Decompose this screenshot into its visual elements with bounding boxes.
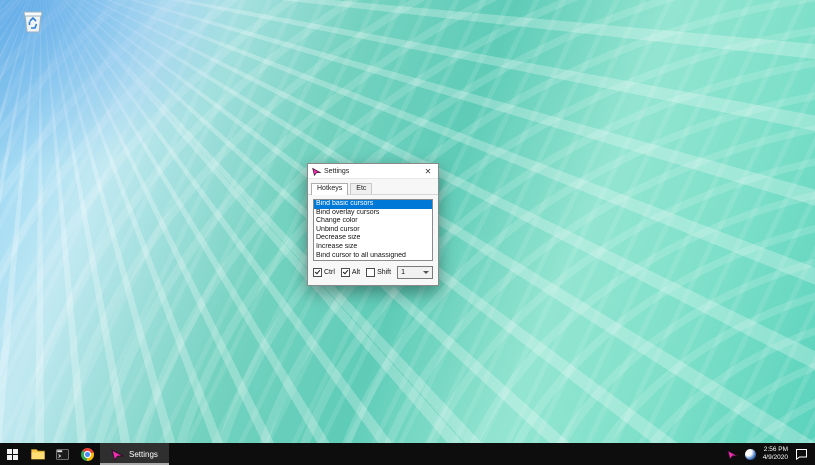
list-item[interactable]: Bind cursor to all unassigned: [314, 252, 432, 261]
taskbar: Settings 2:56 PM 4/9/2020: [0, 443, 815, 465]
clock-time: 2:56 PM: [763, 446, 788, 454]
taskbar-settings-button[interactable]: Settings: [100, 443, 169, 465]
clock-date: 4/9/2020: [763, 454, 788, 462]
checkbox-label: Shift: [377, 269, 391, 276]
app-cursor-icon: [312, 167, 321, 176]
tab-hotkeys[interactable]: Hotkeys: [311, 183, 348, 195]
windows-logo-icon: [7, 449, 18, 460]
hotkey-listbox: Bind basic cursors Bind overlay cursors …: [313, 199, 433, 261]
taskbar-settings-label: Settings: [129, 450, 158, 459]
chevron-down-icon: [423, 271, 429, 274]
start-button[interactable]: [0, 443, 25, 465]
checkbox-checked-icon: [313, 268, 322, 277]
checkbox-checked-icon: [341, 268, 350, 277]
tray-cursor-icon[interactable]: [727, 449, 738, 460]
list-item[interactable]: Change color: [314, 217, 432, 226]
modifier-bar: Ctrl Alt Shift 1: [313, 266, 433, 279]
checkbox-label: Alt: [352, 269, 360, 276]
key-dropdown[interactable]: 1: [397, 266, 433, 279]
list-item[interactable]: Bind overlay cursors: [314, 209, 432, 218]
recycle-bin-icon[interactable]: [18, 8, 48, 44]
window-title: Settings: [324, 168, 349, 175]
close-icon[interactable]: ✕: [422, 165, 434, 177]
command-prompt-icon: [56, 449, 69, 460]
checkbox-shift[interactable]: Shift: [366, 268, 391, 277]
window-titlebar[interactable]: Settings ✕: [308, 164, 438, 179]
checkbox-ctrl[interactable]: Ctrl: [313, 268, 335, 277]
list-item[interactable]: Decrease size: [314, 234, 432, 243]
tab-strip: Hotkeys Etc: [308, 179, 438, 195]
taskbar-settings-cursor-icon: [111, 448, 124, 461]
list-item[interactable]: Unbind cursor: [314, 226, 432, 235]
file-explorer-button[interactable]: [25, 443, 50, 465]
list-item[interactable]: Increase size: [314, 243, 432, 252]
tray-cloud-icon[interactable]: [745, 449, 756, 460]
system-tray: 2:56 PM 4/9/2020: [727, 443, 815, 465]
checkbox-label: Ctrl: [324, 269, 335, 276]
tab-etc[interactable]: Etc: [350, 183, 372, 194]
command-prompt-button[interactable]: [50, 443, 75, 465]
action-center-icon[interactable]: [795, 448, 808, 460]
list-item[interactable]: Bind basic cursors: [314, 200, 432, 209]
checkbox-alt[interactable]: Alt: [341, 268, 360, 277]
desktop-wallpaper: Settings ✕ Hotkeys Etc Bind basic cursor…: [0, 0, 815, 443]
chrome-button[interactable]: [75, 443, 100, 465]
key-dropdown-value: 1: [401, 269, 405, 276]
checkbox-unchecked-icon: [366, 268, 375, 277]
settings-window: Settings ✕ Hotkeys Etc Bind basic cursor…: [307, 163, 439, 286]
chrome-icon: [81, 448, 94, 461]
taskbar-clock[interactable]: 2:56 PM 4/9/2020: [763, 446, 788, 462]
file-explorer-icon: [31, 448, 45, 460]
